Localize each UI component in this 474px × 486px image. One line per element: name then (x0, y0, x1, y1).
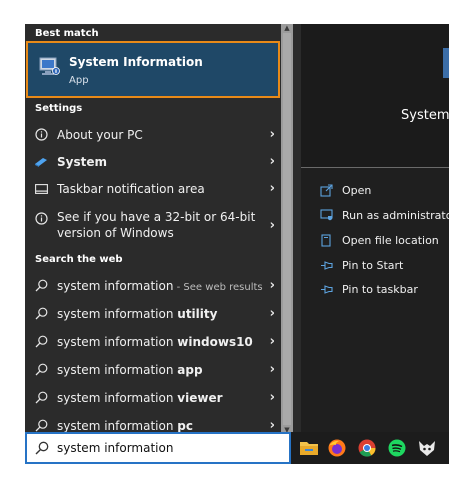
search-icon (34, 419, 48, 433)
settings-item-label: See if you have a 32-bit or 64-bit versi… (57, 210, 256, 240)
best-match-subtitle: App (69, 75, 89, 86)
system-information-icon (443, 48, 449, 78)
spotify-icon[interactable] (387, 438, 407, 458)
web-result-item[interactable]: system information - See web results › (25, 272, 281, 299)
web-result-label: system information utility (57, 306, 218, 321)
search-icon (34, 307, 48, 321)
web-result-item[interactable]: system information windows10 › (25, 328, 281, 355)
action-open[interactable]: Open (319, 181, 371, 199)
pin-icon (319, 282, 333, 296)
chevron-right-icon: › (269, 418, 275, 433)
file-explorer-icon[interactable] (299, 438, 319, 458)
web-result-item[interactable]: system information viewer › (25, 384, 281, 411)
search-icon (34, 279, 48, 293)
detail-pane: System Open Run as administrator Open fi… (301, 24, 449, 432)
chrome-icon[interactable] (357, 438, 377, 458)
shield-icon (319, 208, 333, 222)
search-icon (34, 363, 48, 377)
info-icon (34, 128, 48, 142)
action-pin-to-taskbar[interactable]: Pin to taskbar (319, 280, 418, 298)
scroll-up-icon[interactable]: ▲ (281, 24, 293, 32)
settings-item-32-64-bit[interactable]: See if you have a 32-bit or 64-bit versi… (25, 206, 281, 244)
best-match-title: System Information (69, 55, 203, 69)
web-result-item[interactable]: system information utility › (25, 300, 281, 327)
action-label: Pin to taskbar (342, 282, 418, 296)
section-search-web: Search the web (35, 254, 123, 265)
web-result-label: system information windows10 (57, 334, 253, 349)
section-settings: Settings (35, 103, 83, 114)
detail-header: System (301, 24, 449, 168)
web-result-label: system information app (57, 362, 203, 377)
web-result-label: system information pc (57, 418, 193, 433)
section-best-match: Best match (35, 28, 99, 39)
action-label: Open file location (342, 233, 439, 247)
taskbar-icon (34, 182, 48, 196)
search-icon (35, 441, 49, 455)
search-input[interactable] (57, 439, 277, 457)
action-open-file-location[interactable]: Open file location (319, 231, 439, 249)
chevron-right-icon: › (269, 278, 275, 293)
web-result-label: system information viewer (57, 390, 223, 405)
info-icon (34, 211, 48, 225)
search-icon (34, 391, 48, 405)
settings-item-taskbar-notification[interactable]: Taskbar notification area › (25, 175, 281, 202)
chevron-right-icon: › (269, 390, 275, 405)
open-icon (319, 183, 333, 197)
web-result-label: system information - See web results (57, 278, 263, 293)
pin-icon (319, 258, 333, 272)
file-location-icon (319, 233, 333, 247)
settings-item-system[interactable]: System › (25, 148, 281, 175)
taskbar (291, 432, 449, 464)
chevron-right-icon: › (269, 154, 275, 169)
action-run-as-administrator[interactable]: Run as administrator (319, 206, 449, 224)
web-result-item[interactable]: system information app › (25, 356, 281, 383)
chevron-right-icon: › (269, 127, 275, 142)
action-pin-to-start[interactable]: Pin to Start (319, 256, 403, 274)
search-icon (34, 335, 48, 349)
system-icon (34, 155, 48, 169)
search-box[interactable] (25, 432, 291, 464)
chevron-right-icon: › (269, 306, 275, 321)
action-label: Pin to Start (342, 258, 404, 272)
results-scrollbar[interactable]: ▲ ▼ (281, 24, 293, 434)
app-icon[interactable] (417, 438, 437, 458)
start-search-panel: Best match System Information App Settin… (25, 24, 449, 464)
settings-item-about-pc[interactable]: About your PC › (25, 121, 281, 148)
settings-item-label: About your PC (57, 127, 143, 142)
settings-item-label: Taskbar notification area (57, 181, 205, 196)
system-information-icon (39, 57, 60, 75)
settings-item-label: System (57, 154, 107, 169)
chevron-right-icon: › (269, 362, 275, 377)
chevron-right-icon: › (269, 181, 275, 196)
action-label: Open (342, 183, 372, 197)
scrollbar-thumb[interactable] (283, 33, 291, 425)
chevron-right-icon: › (269, 334, 275, 349)
detail-title: System (401, 108, 449, 123)
results-list: Best match System Information App Settin… (25, 24, 281, 434)
firefox-icon[interactable] (327, 438, 347, 458)
best-match-system-information[interactable]: System Information App (26, 41, 280, 98)
action-label: Run as administrator (342, 208, 449, 222)
chevron-right-icon: › (269, 217, 275, 233)
